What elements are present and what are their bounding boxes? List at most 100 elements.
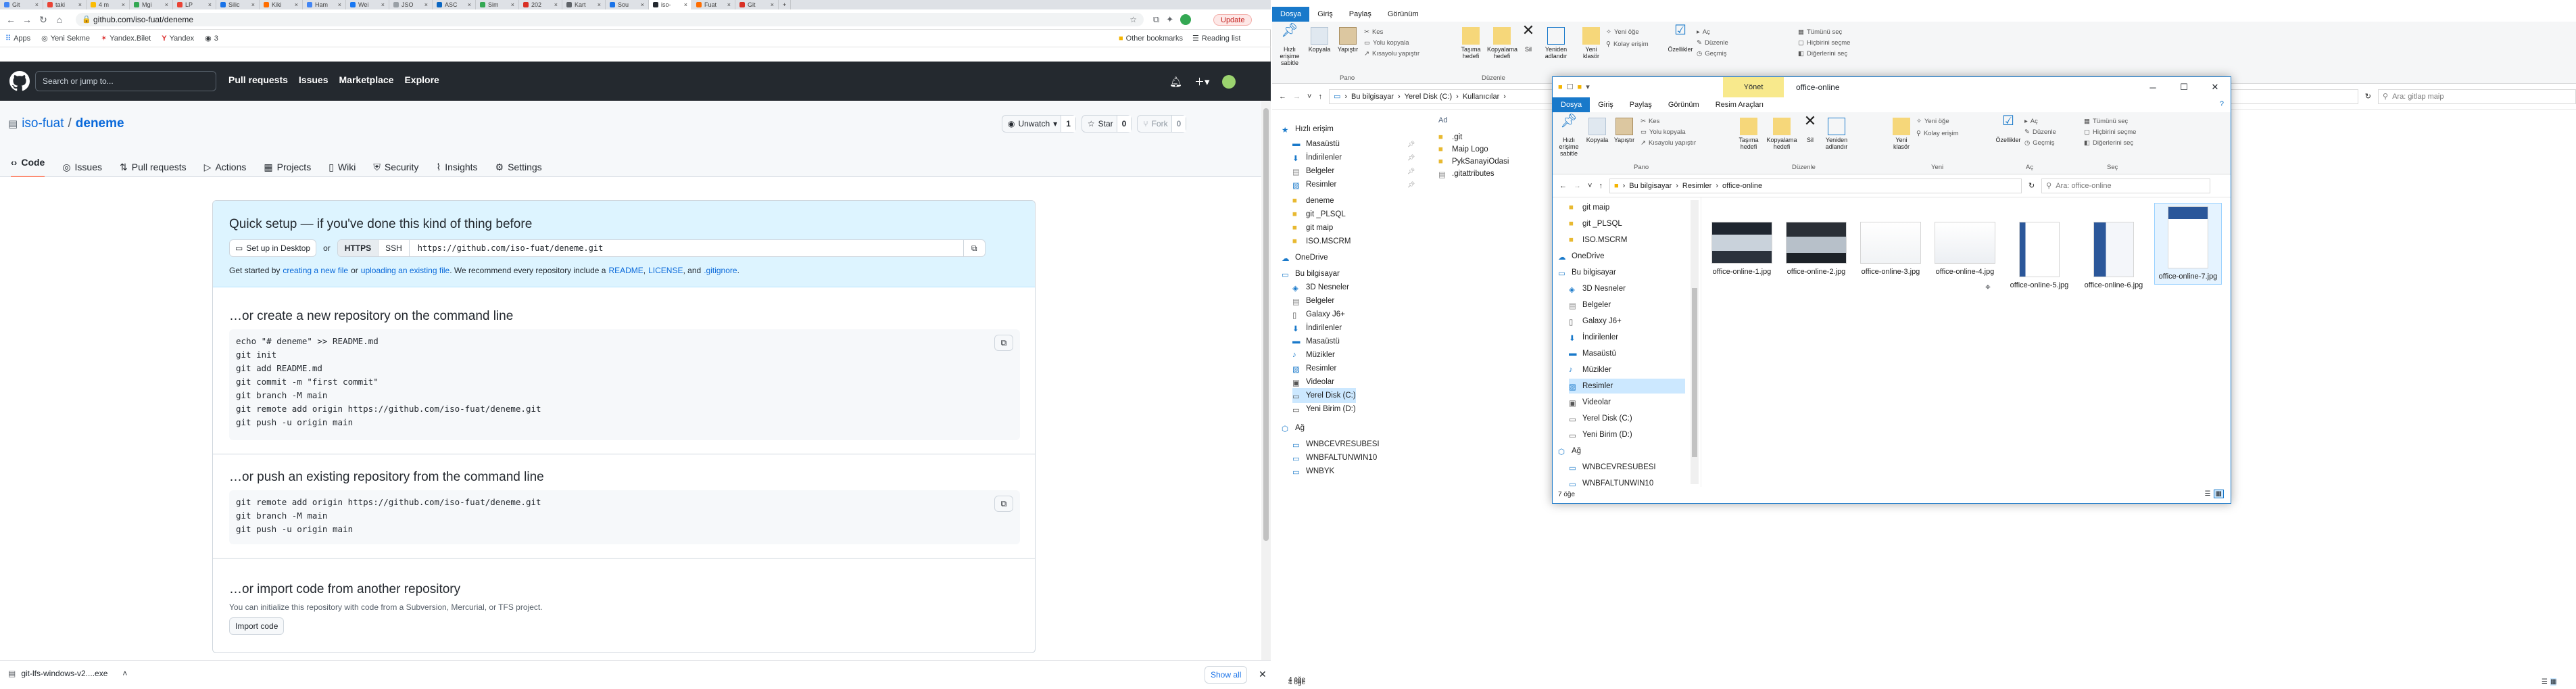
tree-item-masa-st[interactable]: ▬ Masaüstü 📌︎ <box>1292 137 1415 151</box>
select-all-command[interactable]: ▦ Tümünü seç <box>1798 28 1842 36</box>
user-avatar[interactable] <box>1221 74 1236 89</box>
bookmark-yandex[interactable]: Y Yandex <box>162 34 194 43</box>
tree-item-yerel-disk-c[interactable]: ▭ Yerel Disk (C:) <box>1292 388 1356 403</box>
browser-tab[interactable]: Kart × <box>562 0 606 9</box>
download-filename[interactable]: git-lfs-windows-v2....exe <box>21 669 107 678</box>
tab-security[interactable]: ⛨ Security <box>373 162 418 173</box>
tree-item-git-maip[interactable]: ■ git maip <box>1569 200 1685 215</box>
easy-access-command[interactable]: ⚲ Kolay erişim <box>1916 130 1959 137</box>
tree-item-git-maip[interactable]: ■ git maip <box>1292 220 1333 235</box>
tree-item-videolar[interactable]: ▣ Videolar <box>1292 375 1334 389</box>
ribbon-tab-resim-araclari[interactable]: Resim Araçları <box>1707 97 1772 112</box>
plus-dropdown-icon[interactable]: ＋▾ <box>1194 74 1210 89</box>
tree-item-resimler[interactable]: ▨ Resimler <box>1569 379 1685 394</box>
rename-button[interactable]: Yeniden adlandır <box>1541 27 1571 60</box>
browser-tab[interactable]: Git × <box>735 0 779 9</box>
fork-button[interactable]: ⑂ Fork 0 <box>1137 115 1187 133</box>
browser-tab[interactable]: Mgi × <box>130 0 173 9</box>
ribbon-tab-dosya[interactable]: Dosya <box>1272 7 1310 22</box>
update-button[interactable]: Update <box>1213 14 1253 26</box>
explorer-front-search[interactable]: ⚲ Ara: office-online <box>2041 178 2211 193</box>
browser-tab[interactable]: Kiki × <box>260 0 303 9</box>
nav-pull-requests[interactable]: Pull requests <box>228 74 288 85</box>
tree-item-wnbcevresubesi[interactable]: ▭ WNBCEVRESUBESI <box>1569 460 1685 475</box>
column-header-name[interactable]: Ad <box>1438 116 1447 124</box>
tab-insights[interactable]: ⌇ Insights <box>436 162 477 173</box>
tab-close-icon[interactable]: × <box>208 1 212 8</box>
invert-selection-command[interactable]: ◧ Diğerlerini seç <box>2084 139 2133 147</box>
browser-tab[interactable]: ASC × <box>433 0 476 9</box>
manage-tab[interactable]: Yönet <box>1723 77 1784 97</box>
other-bookmarks[interactable]: ■ Other bookmarks <box>1119 34 1183 43</box>
reload-icon[interactable]: ↻ <box>37 13 50 26</box>
tree-item-resimler[interactable]: ▨ Resimler <box>1292 361 1336 376</box>
copy-icon[interactable]: ⧉ <box>963 240 985 256</box>
ssh-toggle[interactable]: SSH <box>378 240 409 256</box>
copy-button[interactable]: Kopyala <box>1584 118 1611 143</box>
ribbon-tab-paylas[interactable]: Paylaş <box>1622 97 1660 112</box>
tree-item-belgeler[interactable]: ▤ Belgeler <box>1292 293 1334 308</box>
extension-icon[interactable]: ⧉ <box>1153 14 1159 25</box>
up-arrow-icon[interactable]: ↑ <box>1599 182 1603 190</box>
https-toggle[interactable]: HTTPS <box>337 240 379 256</box>
tree-item-i-ndirilenler[interactable]: ⬇ İndirilenler <box>1292 320 1342 335</box>
extensions-puzzle-icon[interactable]: ✦ <box>1166 14 1173 25</box>
quick-toolbar-chevron-icon[interactable]: ▾ <box>1586 82 1590 91</box>
gitignore-link[interactable]: .gitignore <box>704 266 737 275</box>
history-command[interactable]: ◷ Geçmiş <box>2024 139 2055 147</box>
tree-item-wnbfaltunwin10[interactable]: ▭ WNBFALTUNWIN10 <box>1292 450 1377 465</box>
image-thumbnail-item[interactable]: office-online-4.jpg <box>1931 222 1999 277</box>
forward-arrow-icon[interactable]: → <box>1293 93 1301 101</box>
browser-tab[interactable]: Git × <box>0 0 43 9</box>
browser-tab[interactable]: taki × <box>43 0 87 9</box>
window-close-icon[interactable]: ✕ <box>2200 82 2231 93</box>
tree-item-wnbfaltunwin10[interactable]: ▭ WNBFALTUNWIN10 <box>1569 476 1685 487</box>
tree-item-deneme[interactable]: ■ deneme <box>1292 193 1334 208</box>
tab-actions[interactable]: ▷ Actions <box>204 162 247 173</box>
easy-access-command[interactable]: ⚲ Kolay erişim <box>1606 41 1649 48</box>
copy-path-command[interactable]: ▭ Yolu kopyala <box>1641 128 1686 136</box>
file-item[interactable]: ▤ .gitattributes <box>1438 166 1494 181</box>
new-tab-icon[interactable]: + <box>779 0 792 9</box>
ribbon-tab-dosya[interactable]: Dosya <box>1553 97 1590 112</box>
bookmark-yandex-bilet[interactable]: ✶ Yandex.Bilet <box>101 34 151 43</box>
browser-tab[interactable]: Ham × <box>303 0 346 9</box>
image-thumbnail-item[interactable]: office-online-7.jpg <box>2154 203 2222 285</box>
tree-item-wnbcevresubesi[interactable]: ▭ WNBCEVRESUBESI <box>1292 437 1380 452</box>
unwatch-button[interactable]: ◉ Unwatch ▾ 1 <box>1002 115 1076 133</box>
browser-tab[interactable]: 4 m × <box>87 0 130 9</box>
quick-toolbar-folder-icon[interactable]: ■ <box>1578 83 1582 91</box>
history-command[interactable]: ◷ Geçmiş <box>1697 50 1727 57</box>
tree-item-galaxy-j6[interactable]: ▯ Galaxy J6+ <box>1569 314 1685 329</box>
up-arrow-icon[interactable]: ↑ <box>1318 93 1322 101</box>
paste-button[interactable]: Yapıştır <box>1611 118 1638 143</box>
browser-tab[interactable]: JSO × <box>389 0 433 9</box>
tree-quick-access[interactable]: ★ Hızlı erişim <box>1282 122 1334 137</box>
select-none-command[interactable]: ▢ Hiçbirini seçme <box>1798 39 1850 47</box>
tree-item-iso-mscrm[interactable]: ■ ISO.MSCRM <box>1569 233 1685 247</box>
import-code-button[interactable]: Import code <box>229 617 285 635</box>
ribbon-tab-paylas[interactable]: Paylaş <box>1341 7 1380 22</box>
ribbon-tab-giris[interactable]: Giriş <box>1309 7 1341 22</box>
back-icon[interactable]: ← <box>4 13 18 26</box>
large-icons-view-icon[interactable]: ▦ <box>2213 490 2224 498</box>
browser-tab[interactable]: iso- × <box>649 0 692 9</box>
setup-desktop-button[interactable]: ▭ Set up in Desktop <box>229 239 317 257</box>
new-item-command[interactable]: ✧ Yeni öğe <box>1606 28 1639 36</box>
chevron-up-icon[interactable]: ˄ <box>122 669 127 678</box>
tab-close-icon[interactable]: × <box>684 1 687 8</box>
tree-item-yeni-birim-d[interactable]: ▭ Yeni Birim (D:) <box>1292 402 1356 417</box>
paste-shortcut-command[interactable]: ↗ Kısayolu yapıştır <box>1641 139 1696 147</box>
github-logo-icon[interactable] <box>9 71 30 91</box>
image-thumbnail-item[interactable]: office-online-6.jpg <box>2080 222 2147 290</box>
tree-item-resimler[interactable]: ▨ Resimler 📌︎ <box>1292 177 1415 192</box>
tab-code[interactable]: ‹› Code <box>11 157 45 177</box>
refresh-icon[interactable]: ↻ <box>2365 92 2371 101</box>
tree-item-wnbyk[interactable]: ▭ WNBYK <box>1292 464 1334 479</box>
tree-item-belgeler[interactable]: ▤ Belgeler <box>1569 298 1685 312</box>
create-new-file-link[interactable]: creating a new file <box>283 266 348 275</box>
move-to-button[interactable]: Taşıma hedefi <box>1456 27 1486 60</box>
image-thumbnail-item[interactable]: office-online-2.jpg <box>1782 222 1850 277</box>
tab-close-icon[interactable]: × <box>511 1 514 8</box>
forward-icon[interactable]: → <box>20 13 34 26</box>
